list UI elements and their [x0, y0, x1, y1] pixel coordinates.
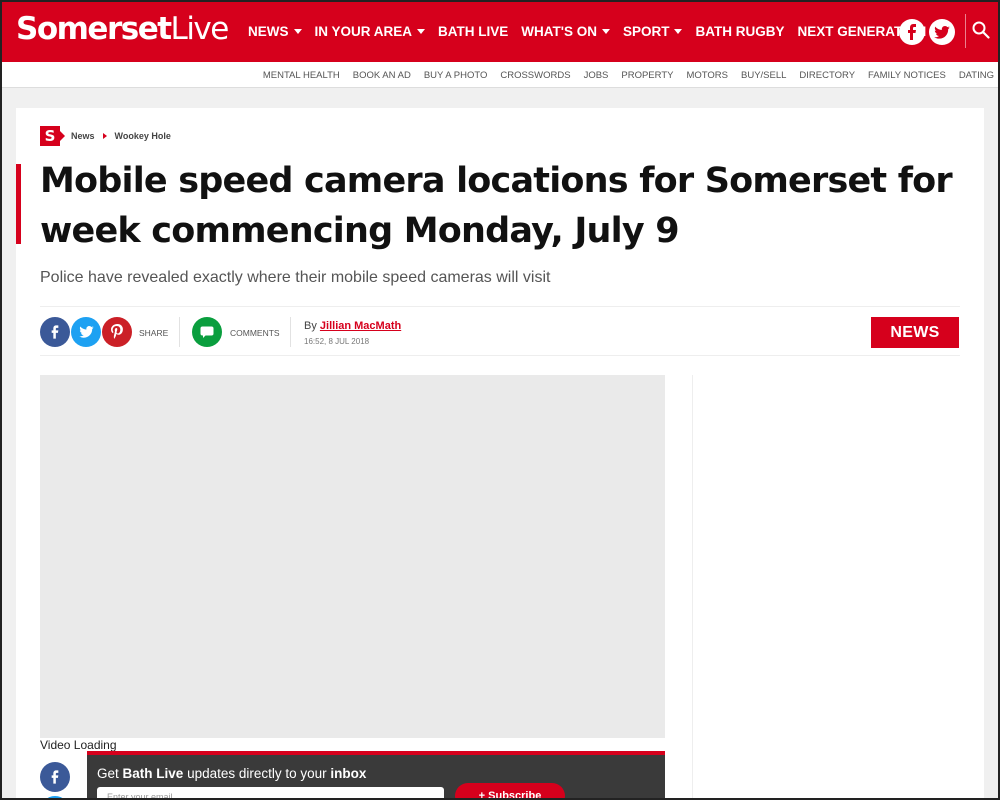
sidebar-divider	[692, 375, 693, 800]
nav-item-in-your-area[interactable]: IN YOUR AREA	[315, 24, 426, 39]
meta-divider	[290, 317, 291, 347]
newsletter-text-mid: updates directly to your	[187, 766, 327, 781]
article-standfirst: Police have revealed exactly where their…	[40, 269, 551, 286]
secondary-nav: MENTAL HEALTH BOOK AN AD BUY A PHOTO CROSSW…	[0, 62, 1000, 88]
logo-arrow	[60, 131, 65, 141]
chevron-down-icon	[417, 28, 426, 34]
breadcrumb-news[interactable]: News	[71, 131, 95, 141]
subnav-item-buy-a-photo[interactable]: BUY A PHOTO	[424, 70, 488, 81]
category-badge[interactable]: NEWS	[871, 317, 959, 348]
facebook-share-icon[interactable]	[40, 317, 70, 347]
publish-timestamp: 16:52, 8 JUL 2018	[304, 337, 370, 346]
subnav-item-motors[interactable]: MOTORS	[686, 70, 728, 81]
nav-item-sport[interactable]: SPORT	[623, 24, 683, 39]
newsletter-text-end: inbox	[330, 766, 367, 781]
newsletter-brand: Bath Live	[122, 766, 184, 781]
subnav-item-mental-health[interactable]: MENTAL HEALTH	[263, 70, 340, 81]
twitter-icon[interactable]	[929, 19, 955, 45]
nav-label: SPORT	[622, 23, 670, 39]
subnav-item-jobs[interactable]: JOBS	[584, 70, 609, 81]
nav-item-bath-rugby[interactable]: BATH RUGBY	[695, 24, 784, 39]
comments-icon[interactable]	[192, 317, 222, 347]
site-logo[interactable]: Somerset Live	[16, 11, 230, 51]
subnav-item-property[interactable]: PROPERTY	[621, 70, 673, 81]
nav-item-news[interactable]: NEWS	[248, 24, 302, 39]
main-nav: NEWS IN YOUR AREA BATH LIVE WHAT'S ON SP…	[248, 0, 939, 62]
nav-label: WHAT'S ON	[521, 23, 597, 39]
section-logo[interactable]: S	[40, 126, 60, 146]
chevron-down-icon	[293, 28, 302, 34]
search-icon[interactable]	[972, 21, 992, 41]
nav-label: BATH RUGBY	[695, 23, 785, 39]
author-link[interactable]: Jillian MacMath	[320, 320, 401, 332]
breadcrumb-wookey-hole[interactable]: Wookey Hole	[115, 131, 171, 141]
byline: By Jillian MacMath	[304, 320, 401, 332]
comments-label[interactable]: COMMENTS	[230, 328, 280, 338]
chevron-down-icon	[674, 28, 683, 34]
twitter-share-icon[interactable]	[40, 796, 70, 800]
nav-label: NEWS	[248, 23, 289, 39]
facebook-share-icon[interactable]	[40, 762, 70, 792]
subnav-item-buy-sell[interactable]: BUY/SELL	[741, 70, 786, 81]
meta-divider	[179, 317, 180, 347]
newsletter-text: Get Bath Live updates directly to your i…	[97, 766, 366, 781]
byline-prefix: By	[304, 320, 317, 332]
video-loading-text: Video Loading	[40, 738, 117, 752]
video-player[interactable]	[40, 375, 665, 738]
subnav-item-dating[interactable]: DATING	[959, 70, 994, 81]
article-meta: SHARE COMMENTS By Jillian MacMath 16:52,…	[40, 306, 960, 356]
twitter-share-icon[interactable]	[71, 317, 101, 347]
logo-part-2: Live	[170, 11, 230, 47]
header-divider	[965, 14, 966, 48]
article-card: S News Wookey Hole Mobile speed camera l…	[16, 108, 984, 800]
breadcrumb: S News Wookey Hole	[40, 126, 171, 146]
pinterest-share-icon[interactable]	[102, 317, 132, 347]
subnav-item-family-notices[interactable]: FAMILY NOTICES	[868, 70, 946, 81]
logo-part-1: Somerset	[16, 11, 172, 47]
subscribe-button[interactable]: + Subscribe	[455, 783, 565, 800]
breadcrumb-separator-icon	[102, 133, 107, 139]
subnav-item-book-an-ad[interactable]: BOOK AN AD	[353, 70, 411, 81]
nav-item-bath-live[interactable]: BATH LIVE	[438, 24, 508, 39]
chevron-down-icon	[601, 28, 610, 34]
email-input[interactable]: Enter your email	[97, 787, 444, 800]
nav-label: BATH LIVE	[438, 23, 509, 39]
article-headline: Mobile speed camera locations for Somers…	[40, 161, 953, 251]
subnav-item-crosswords[interactable]: CROSSWORDS	[500, 70, 570, 81]
site-header: Somerset Live NEWS IN YOUR AREA BATH LIVE…	[0, 0, 1000, 62]
share-label[interactable]: SHARE	[139, 328, 168, 338]
nav-label: IN YOUR AREA	[314, 23, 413, 39]
facebook-icon[interactable]	[899, 19, 925, 45]
subnav-item-directory[interactable]: DIRECTORY	[799, 70, 855, 81]
newsletter-text-pre: Get	[97, 766, 119, 781]
nav-item-whats-on[interactable]: WHAT'S ON	[521, 24, 610, 39]
headline-accent-bar	[16, 164, 21, 244]
newsletter-signup: Get Bath Live updates directly to your i…	[87, 751, 665, 800]
